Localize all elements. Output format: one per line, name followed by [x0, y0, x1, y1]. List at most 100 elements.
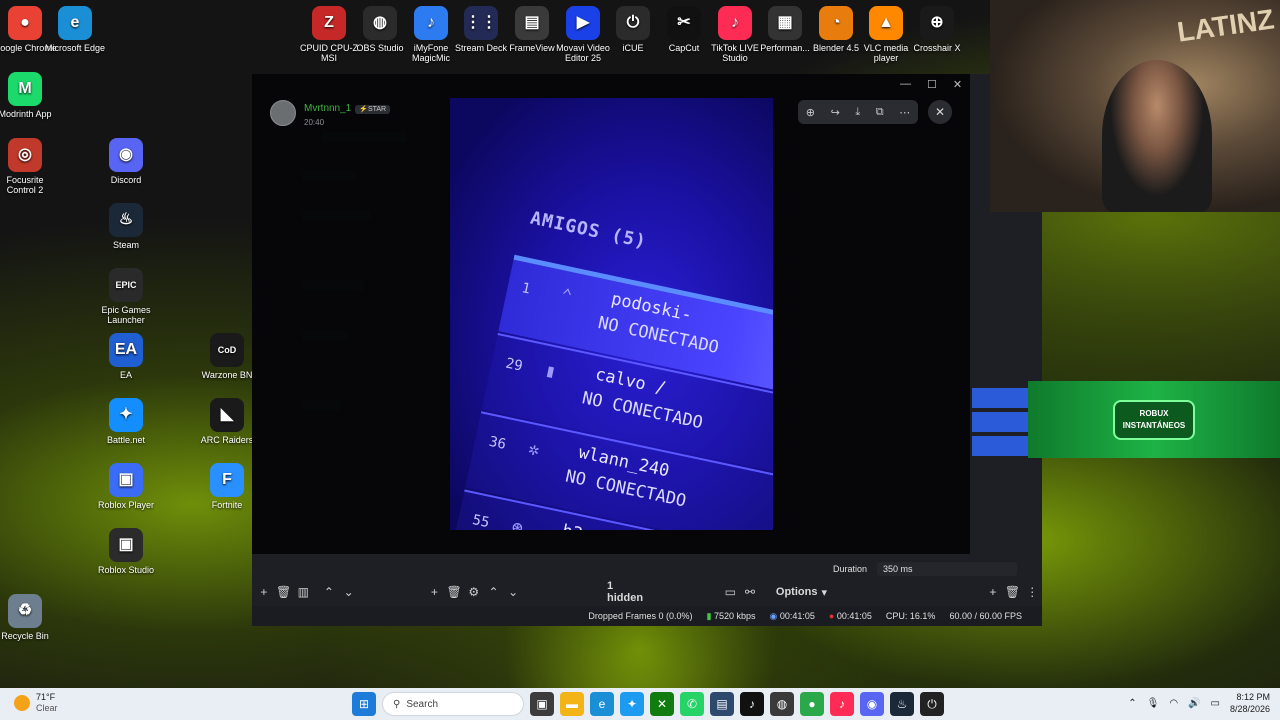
download-icon[interactable]: ⤓: [855, 106, 860, 119]
remove-transition-icon[interactable]: 🗑: [1005, 585, 1021, 599]
viewer-close-button[interactable]: ✕: [928, 100, 952, 124]
filter-icon[interactable]: ▥: [295, 585, 311, 599]
obs-source-selected[interactable]: [972, 436, 1028, 456]
zoom-in-icon[interactable]: ⊕: [806, 106, 815, 119]
app-icon: ▦: [768, 6, 802, 40]
chrome-icon[interactable]: ●: [800, 692, 824, 716]
clock[interactable]: 8:12 PM 8/28/2026: [1230, 691, 1270, 715]
more-icon[interactable]: ⋮: [1024, 585, 1040, 599]
transition-duration: Duration 350 ms: [833, 560, 1038, 578]
more-icon[interactable]: ⋯: [899, 106, 910, 119]
duration-input[interactable]: 350 ms: [877, 562, 1018, 576]
tiktok-live-icon[interactable]: ♪: [830, 692, 854, 716]
task-view-icon[interactable]: ▣: [530, 692, 554, 716]
move-up-icon[interactable]: ⌃: [486, 585, 502, 599]
dropped-frames: Dropped Frames 0 (0.0%): [588, 611, 693, 621]
chevron-down-icon[interactable]: ▾: [821, 586, 827, 599]
twitter-icon[interactable]: ✦: [620, 692, 644, 716]
move-up-icon[interactable]: ⌃: [321, 585, 337, 599]
chevron-up-icon[interactable]: ⌃: [1128, 698, 1136, 709]
edge-icon[interactable]: e: [590, 692, 614, 716]
obs-dock-toolbar: + 🗑 ▥ ⌃ ⌄ + 🗑 ⚙ ⌃ ⌄ 1 hidden ▭ ⚯ Options…: [252, 580, 1042, 604]
app-icon: ♪: [414, 6, 448, 40]
desktop-icon[interactable]: CoD Warzone BN: [195, 333, 259, 380]
image-attachment[interactable]: AMIGOS (5) 1 ⌃ podoski- NO CONECTADO 29 …: [450, 98, 773, 530]
desktop-icon[interactable]: ◣ ARC Raiders: [195, 398, 259, 445]
desktop-icon[interactable]: ✦ Battle.net: [94, 398, 158, 445]
rank-icon: ⊛: [509, 516, 525, 530]
desktop-icon[interactable]: ♻ Recycle Bin: [0, 594, 57, 641]
friend-status: NO CONECTADO: [563, 466, 688, 512]
desktop-icon[interactable]: ◉ Discord: [94, 138, 158, 185]
gear-icon[interactable]: ⚙: [466, 585, 482, 599]
desktop-icon[interactable]: EPIC Epic Games Launcher: [94, 268, 158, 325]
mic-icon[interactable]: 🎙: [1147, 698, 1160, 709]
audio-layout-icon[interactable]: ▭: [722, 585, 738, 599]
icue-icon[interactable]: ⏻: [920, 692, 944, 716]
desktop-icon-label: Focusrite Control 2: [6, 175, 44, 195]
minimize-icon[interactable]: —: [900, 78, 911, 91]
desktop-icon[interactable]: ▣ Roblox Player: [94, 463, 158, 510]
search-placeholder: Search: [406, 698, 439, 710]
store-icon[interactable]: ▤: [710, 692, 734, 716]
desktop-icon[interactable]: EA EA: [94, 333, 158, 380]
signal-icon: ▮: [706, 610, 712, 621]
add-transition-icon[interactable]: +: [985, 585, 1001, 599]
move-down-icon[interactable]: ⌄: [505, 585, 521, 599]
wifi-icon[interactable]: ◠: [1169, 698, 1178, 709]
maximize-icon[interactable]: ☐: [927, 78, 937, 91]
xbox-icon[interactable]: ✕: [650, 692, 674, 716]
desktop-icon[interactable]: M Modrinth App: [0, 72, 57, 119]
whatsapp-icon[interactable]: ✆: [680, 692, 704, 716]
weather-widget[interactable]: 71°F Clear: [14, 692, 58, 714]
forward-icon[interactable]: ↪: [831, 106, 840, 119]
taskbar-apps: ⊞ ⚲ Search ▣ ▬ e ✦ ✕ ✆ ▤ ♪ ◍ ● ♪ ◉ ♨ ⏻: [352, 692, 944, 716]
obs-source-selected[interactable]: [972, 412, 1028, 432]
discord-icon[interactable]: ◉: [860, 692, 884, 716]
obs-icon[interactable]: ◍: [770, 692, 794, 716]
open-external-icon[interactable]: ⧉: [876, 106, 884, 119]
desktop-icon[interactable]: ⊕ Crosshair X: [905, 6, 969, 53]
steam-icon[interactable]: ♨: [890, 692, 914, 716]
link-icon[interactable]: ⚯: [742, 585, 758, 599]
desktop-icon-label: Warzone BN: [201, 370, 253, 380]
desktop-icon[interactable]: e Microsoft Edge: [43, 6, 107, 53]
windows-start-icon[interactable]: ⊞: [352, 692, 376, 716]
search-icon: ⚲: [393, 698, 401, 710]
remove-scene-icon[interactable]: 🗑: [276, 585, 292, 599]
robux-sub: INSTANTÁNEOS: [1122, 420, 1186, 430]
app-icon: F: [210, 463, 244, 497]
close-window-icon[interactable]: ✕: [953, 78, 962, 91]
desktop-icon[interactable]: ▣ Roblox Studio: [94, 528, 158, 575]
tiktok-icon[interactable]: ♪: [740, 692, 764, 716]
app-icon: ♻: [8, 594, 42, 628]
hidden-count[interactable]: 1 hidden: [607, 580, 646, 604]
move-down-icon[interactable]: ⌄: [341, 585, 357, 599]
options-dropdown[interactable]: Options: [776, 586, 818, 598]
message-author: Mvrtnnn_1 ⚡STAR 20:40: [270, 98, 391, 127]
obs-source-selected[interactable]: [972, 388, 1028, 408]
app-icon: ▶: [566, 6, 600, 40]
app-icon: Z: [312, 6, 346, 40]
desktop-icon[interactable]: F Fortnite: [195, 463, 259, 510]
desktop-icon[interactable]: ◎ Focusrite Control 2: [0, 138, 57, 195]
add-scene-icon[interactable]: +: [256, 585, 272, 599]
username[interactable]: Mvrtnnn_1: [304, 103, 351, 114]
file-explorer-icon[interactable]: ▬: [560, 692, 584, 716]
add-source-icon[interactable]: +: [427, 585, 443, 599]
avatar[interactable]: [270, 99, 296, 126]
robux-banner: ROBUX INSTANTÁNEOS: [1028, 381, 1280, 458]
stream-icon: ◉: [769, 610, 778, 621]
friends-heading: AMIGOS (5): [528, 207, 649, 253]
desktop-icon[interactable]: ♨ Steam: [94, 203, 158, 250]
sun-icon: [14, 695, 30, 711]
message-time: 20:40: [304, 118, 325, 127]
friends-list-photo: AMIGOS (5) 1 ⌃ podoski- NO CONECTADO 29 …: [450, 178, 773, 530]
desktop-icon-label: Discord: [110, 175, 142, 185]
battery-icon[interactable]: ▭: [1211, 698, 1220, 709]
rank-icon: ⌃: [559, 284, 575, 308]
desktop-icon-label: Epic Games Launcher: [101, 305, 151, 325]
taskbar-search[interactable]: ⚲ Search: [382, 692, 524, 716]
volume-icon[interactable]: 🔊: [1188, 698, 1200, 709]
remove-source-icon[interactable]: 🗑: [446, 585, 462, 599]
